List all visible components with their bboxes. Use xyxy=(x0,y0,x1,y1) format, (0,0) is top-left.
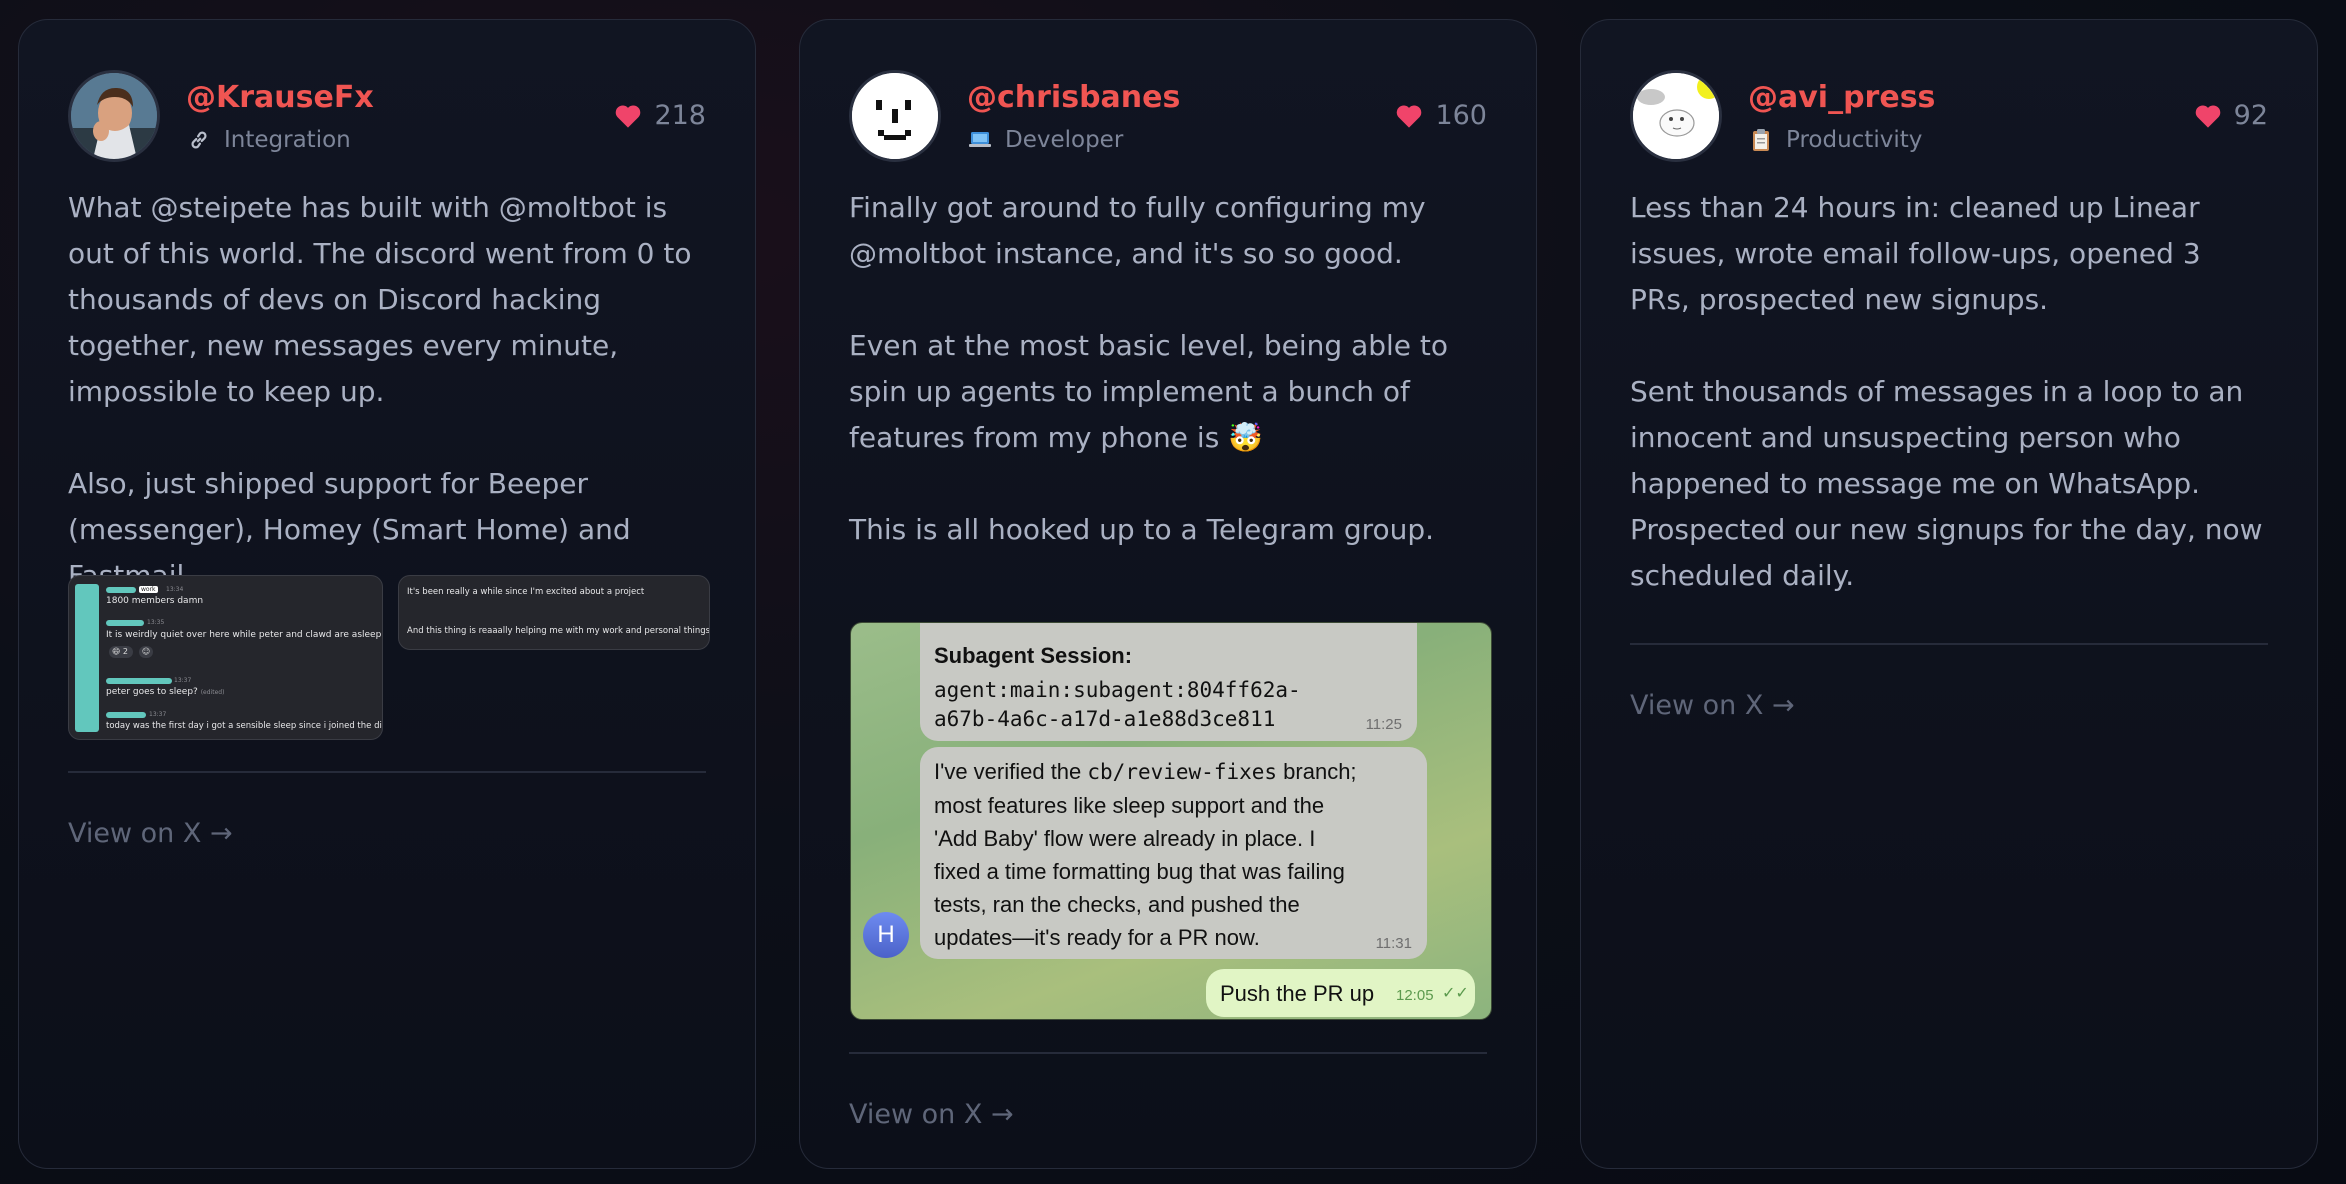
discord-message: today was the first day i got a sensible… xyxy=(106,721,382,731)
message-time: 13:35 xyxy=(147,619,165,626)
message-bubble: Subagent Session: agent:main:subagent:80… xyxy=(920,623,1417,741)
view-on-x-link[interactable]: View on X → xyxy=(68,818,233,849)
message-time: 11:25 xyxy=(1365,716,1402,733)
message-time: 13:37 xyxy=(174,677,192,684)
attached-image-2[interactable]: It's been really a while since I'm excit… xyxy=(398,575,710,650)
testimonial-card-avi-press: @avi_press Productivity 92 Less than 24 … xyxy=(1580,19,2318,1169)
reaction-count: 2 xyxy=(122,647,128,656)
avatar[interactable] xyxy=(1630,69,1722,162)
view-on-x-link[interactable]: View on X → xyxy=(849,1099,1014,1130)
tweet-paragraph: This is all hooked up to a Telegram grou… xyxy=(849,513,1435,546)
username-bar xyxy=(106,587,136,593)
avatar-column xyxy=(75,584,99,732)
category-text: Productivity xyxy=(1786,126,1923,153)
category-text: Developer xyxy=(1005,126,1124,153)
session-id-line-2: a67b-4a6c-a17d-a1e88d3ce811 xyxy=(934,707,1276,731)
avatar[interactable] xyxy=(849,69,941,162)
tweet-text: Less than 24 hours in: cleaned up Linear… xyxy=(1630,185,2268,599)
user-handle[interactable]: @chrisbanes xyxy=(967,79,1395,117)
tweet-paragraph: Finally got around to fully configuring … xyxy=(849,191,1426,270)
role-tag: work xyxy=(139,586,158,593)
discord-message: 1800 members damn xyxy=(106,596,204,606)
text-fragment: I've verified the xyxy=(934,759,1088,784)
text-line: 'Add Baby' flow were already in place. I xyxy=(934,826,1316,851)
divider xyxy=(849,1052,1487,1054)
category-text: Integration xyxy=(224,126,351,153)
heart-icon xyxy=(2195,104,2220,128)
divider xyxy=(68,771,706,773)
category-label: Developer xyxy=(967,127,1395,153)
message-time: 13:34 xyxy=(166,586,184,593)
username-bar xyxy=(106,712,146,718)
laptop-icon xyxy=(967,127,993,153)
avatar-photo xyxy=(71,72,157,159)
like-number: 218 xyxy=(654,100,706,131)
view-on-x-link[interactable]: View on X → xyxy=(1630,690,1795,721)
avatar-face-icon xyxy=(852,72,938,159)
tweet-paragraph: Sent thousands of messages in a loop to … xyxy=(1630,375,2244,500)
sender-avatar[interactable]: H xyxy=(863,912,909,958)
outgoing-message-bubble: Push the PR up 12:05 ✓✓ xyxy=(1206,969,1475,1017)
text-line: tests, ran the checks, and pushed the xyxy=(934,892,1300,917)
message-time: 12:05 xyxy=(1396,987,1434,1004)
session-id-line-1: agent:main:subagent:804ff62a- xyxy=(934,678,1301,702)
avatar[interactable] xyxy=(68,69,160,162)
message-bubble: I've verified the cb/review-fixes branch… xyxy=(920,747,1427,959)
like-number: 160 xyxy=(1435,100,1487,131)
add-reaction-icon[interactable]: ☺ xyxy=(139,646,153,658)
user-handle[interactable]: @KrauseFx xyxy=(186,79,614,117)
link-icon xyxy=(186,127,212,153)
card-header: @chrisbanes Developer 160 xyxy=(849,68,1487,163)
like-number: 92 xyxy=(2233,100,2268,131)
message-text: peter goes to sleep? xyxy=(106,687,198,697)
discord-message: And this thing is reaaally helping me wi… xyxy=(407,626,710,636)
reaction[interactable]: 😄 2 xyxy=(109,646,133,658)
discord-message: It's been really a while since I'm excit… xyxy=(407,587,645,597)
username-bar xyxy=(106,620,144,626)
branch-name: cb/review-fixes xyxy=(1087,760,1278,784)
text-fragment: branch; xyxy=(1277,759,1357,784)
like-count: 92 xyxy=(2194,100,2268,131)
heart-icon xyxy=(1397,104,1422,128)
bubble-text: Push the PR up xyxy=(1220,981,1375,1006)
tweet-paragraph: Even at the most basic level, being able… xyxy=(849,329,1449,454)
like-count: 218 xyxy=(614,100,706,131)
tweet-paragraph: Less than 24 hours in: cleaned up Linear… xyxy=(1630,191,2201,316)
attached-image-1[interactable]: work 13:34 1800 members damn 13:35 It is… xyxy=(68,575,383,740)
tweet-text: Finally got around to fully configuring … xyxy=(849,185,1487,553)
tweet-paragraph: What @steipete has built with @moltbot i… xyxy=(68,191,692,408)
testimonial-card-krausefx: @KrauseFx Integration 218 What @steipete… xyxy=(18,19,756,1169)
discord-message: peter goes to sleep? (edited) xyxy=(106,687,224,698)
like-count: 160 xyxy=(1395,100,1487,131)
attached-telegram-image[interactable]: Subagent Session: agent:main:subagent:80… xyxy=(850,622,1492,1020)
avatar-drawing-icon xyxy=(1633,72,1719,159)
message-time: 13:37 xyxy=(149,711,167,718)
text-line: most features like sleep support and the xyxy=(934,793,1325,818)
message-time: 11:31 xyxy=(1375,935,1412,952)
tweet-paragraph: Prospected our new signups for the day, … xyxy=(1630,513,2263,592)
text-line: fixed a time formatting bug that was fai… xyxy=(934,859,1345,884)
bubble-text: I've verified the cb/review-fixes branch… xyxy=(934,755,1357,954)
heart-icon xyxy=(616,104,641,128)
tweet-text: What @steipete has built with @moltbot i… xyxy=(68,185,706,599)
username-bar xyxy=(106,678,172,684)
category-label: Integration xyxy=(186,127,614,153)
edited-tag: (edited) xyxy=(200,689,225,696)
discord-message: It is weirdly quiet over here while pete… xyxy=(106,630,382,640)
card-header: @KrauseFx Integration 218 xyxy=(68,68,706,163)
category-label: Productivity xyxy=(1748,127,2194,153)
user-handle[interactable]: @avi_press xyxy=(1748,79,2194,117)
text-line: updates—it's ready for a PR now. xyxy=(934,925,1260,950)
bubble-title: Subagent Session: xyxy=(934,643,1133,668)
clipboard-icon xyxy=(1748,127,1774,153)
divider xyxy=(1630,643,2268,645)
testimonial-card-chrisbanes: @chrisbanes Developer 160 Finally got ar… xyxy=(799,19,1537,1169)
double-check-icon: ✓✓ xyxy=(1442,985,1469,1002)
card-header: @avi_press Productivity 92 xyxy=(1630,68,2268,163)
